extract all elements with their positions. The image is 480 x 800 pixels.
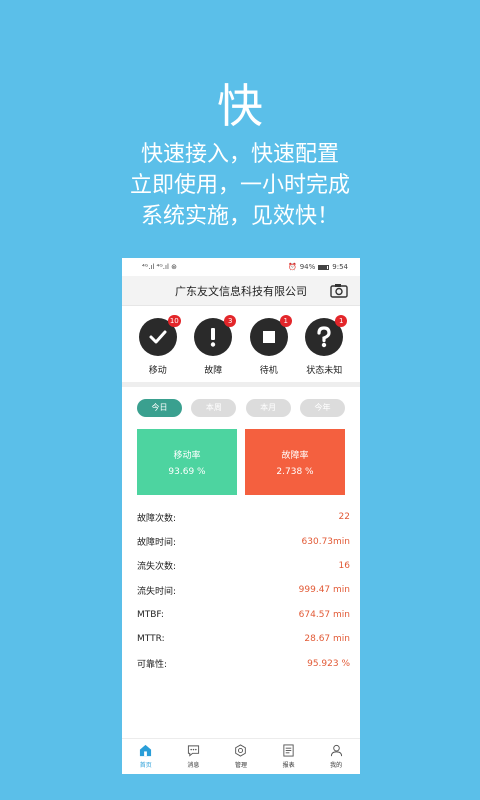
status-circle: 10 <box>138 315 181 356</box>
tab-label: 报表 <box>282 762 295 769</box>
app-header: 广东友文信息科技有限公司 <box>122 276 360 306</box>
stat-label: 故障时间: <box>137 538 177 549</box>
equipment-status-tiles: 10 移动 3 故障 1 待机 1 状态未知 <box>122 306 360 382</box>
phone-screen: ⁴ᴳ.ıl ⁴ᴳ.ıl ⊛ ⏰ 94% 9:54 广东友文信息科技有限公司 10… <box>122 258 360 774</box>
hero-title: 快 <box>217 79 263 133</box>
message-icon <box>187 745 199 757</box>
check-icon <box>149 330 167 344</box>
tab-label: 首页 <box>139 762 152 769</box>
question-icon <box>317 326 331 348</box>
kpi-value: 93.69 % <box>168 466 206 477</box>
stat-label: MTBF: <box>137 609 164 620</box>
tile-label: 状态未知 <box>306 366 343 376</box>
tab-this-month[interactable]: 本月 <box>245 399 291 417</box>
stat-row: 流失次数: 16 <box>137 554 350 578</box>
stat-row: MTBF: 674.57 min <box>137 603 350 627</box>
signal-icon: ⁴ᴳ.ıl ⁴ᴳ.ıl ⊛ <box>142 263 177 271</box>
stat-label: 流失时间: <box>137 586 177 597</box>
tile-label: 故障 <box>204 366 223 376</box>
badge-count: 3 <box>224 315 237 327</box>
hero-tagline: 快速接入，快速配置 立即使用，一小时完成 系统实施，见效快！ <box>0 139 480 232</box>
kpi-cards: 移动率 93.69 % 故障率 2.738 % <box>122 417 360 495</box>
alarm-icon: ⏰ <box>287 263 297 271</box>
stat-label: MTTR: <box>137 634 165 645</box>
home-icon <box>140 744 152 757</box>
exclamation-icon <box>211 328 216 347</box>
stop-icon <box>262 331 275 343</box>
stats-list: 故障次数: 22 故障时间: 630.73min 流失次数: 16 流失时间: … <box>122 495 360 676</box>
kpi-moving-rate: 移动率 93.69 % <box>137 429 237 495</box>
battery-percent: 94% <box>299 263 316 271</box>
stat-value: 630.73min <box>301 536 350 547</box>
kpi-fault-rate: 故障率 2.738 % <box>245 429 345 495</box>
stat-value: 16 <box>338 560 350 571</box>
stat-row: 故障时间: 630.73min <box>137 529 350 553</box>
stat-label: 故障次数: <box>137 513 177 524</box>
user-icon <box>330 744 342 757</box>
badge-count: 1 <box>279 315 292 327</box>
period-tabs: 今日 本周 本月 今年 <box>122 387 360 417</box>
gear-icon <box>235 744 247 757</box>
kpi-label: 移动率 <box>173 450 201 461</box>
badge-count: 10 <box>167 315 181 327</box>
tab-messages[interactable]: 消息 <box>173 744 213 769</box>
tab-manage[interactable]: 管理 <box>221 744 261 769</box>
stat-row: 故障次数: 22 <box>137 505 350 529</box>
tile-unknown[interactable]: 1 状态未知 <box>299 315 349 382</box>
status-right: ⏰ 94% 9:54 <box>288 263 348 271</box>
tab-label: 管理 <box>234 762 247 769</box>
tab-label: 消息 <box>187 762 200 769</box>
kpi-value: 2.738 % <box>276 466 314 477</box>
tile-label: 待机 <box>259 366 278 376</box>
company-title: 广东友文信息科技有限公司 <box>175 284 307 298</box>
tab-this-week[interactable]: 本周 <box>191 399 237 417</box>
tab-home[interactable]: 首页 <box>126 744 166 769</box>
kpi-label: 故障率 <box>281 450 309 461</box>
badge-count: 1 <box>335 315 348 327</box>
hero-line: 系统实施，见效快！ <box>140 204 339 229</box>
status-circle: 3 <box>194 315 237 356</box>
battery-icon <box>318 264 330 270</box>
tile-fault[interactable]: 3 故障 <box>188 315 238 382</box>
stat-value: 674.57 min <box>298 609 350 620</box>
stat-row: 可靠性: 95.923 % <box>137 651 350 675</box>
status-circle: 1 <box>249 315 292 356</box>
stat-value: 22 <box>338 512 350 523</box>
stat-row: MTTR: 28.67 min <box>137 627 350 651</box>
stat-label: 可靠性: <box>137 660 168 671</box>
stat-row: 流失时间: 999.47 min <box>137 578 350 602</box>
hero-line: 快速接入，快速配置 <box>140 142 339 167</box>
bottom-tab-bar: 首页 消息 管理 报表 我的 <box>122 738 360 774</box>
clock: 9:54 <box>332 263 348 271</box>
tile-label: 移动 <box>148 366 167 376</box>
hero-line: 立即使用，一小时完成 <box>129 173 350 198</box>
stat-label: 流失次数: <box>137 562 177 573</box>
tab-this-year[interactable]: 今年 <box>299 399 345 417</box>
tab-label: 我的 <box>330 762 343 769</box>
tile-standby[interactable]: 1 待机 <box>244 315 294 382</box>
tab-reports[interactable]: 报表 <box>269 744 309 769</box>
stat-value: 28.67 min <box>304 634 350 645</box>
tab-today[interactable]: 今日 <box>137 399 182 417</box>
status-bar: ⁴ᴳ.ıl ⁴ᴳ.ıl ⊛ ⏰ 94% 9:54 <box>122 258 360 276</box>
signal-indicators: ⁴ᴳ.ıl ⁴ᴳ.ıl ⊛ <box>142 263 177 271</box>
stat-value: 95.923 % <box>307 658 350 669</box>
report-icon <box>283 744 294 757</box>
status-circle: 1 <box>305 315 348 356</box>
stat-value: 999.47 min <box>298 585 350 596</box>
tab-profile[interactable]: 我的 <box>316 744 356 769</box>
camera-icon[interactable] <box>330 283 348 298</box>
tile-moving[interactable]: 10 移动 <box>133 315 183 382</box>
